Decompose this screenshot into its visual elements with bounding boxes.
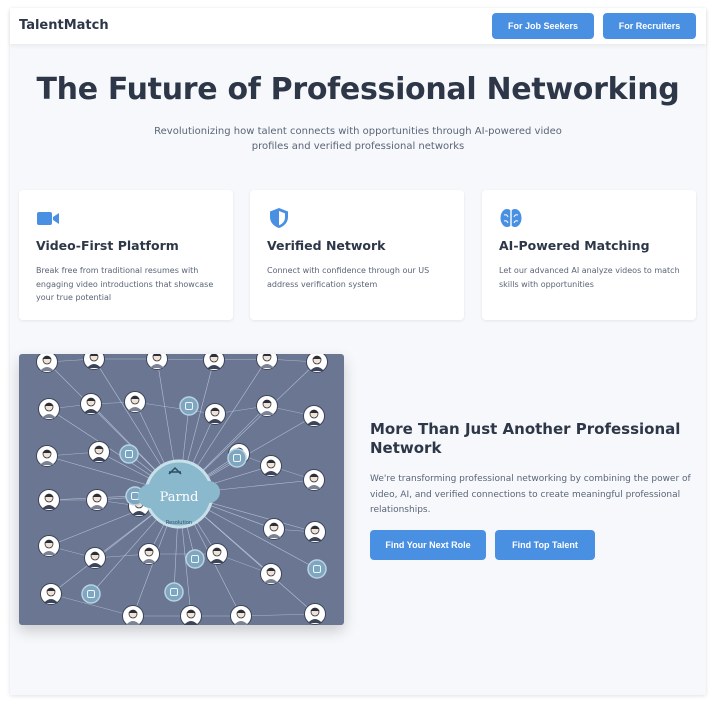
person-node (38, 535, 60, 557)
person-node (124, 391, 146, 413)
person-node (84, 547, 106, 569)
person-node (303, 469, 325, 491)
person-node (306, 354, 328, 373)
feature-description: Break free from traditional resumes with… (36, 266, 214, 302)
person-node (256, 395, 278, 417)
shield-icon (270, 208, 288, 228)
network-icon-node (119, 444, 139, 464)
hero-subtitle: Revolutionizing how talent connects with… (154, 126, 562, 152)
find-next-role-button[interactable]: Find Your Next Role (370, 530, 486, 560)
person-node (230, 605, 252, 625)
navbar: TalentMatch For Job Seekers For Recruite… (10, 8, 706, 44)
feature-title: Verified Network (267, 238, 386, 253)
person-node (40, 583, 62, 605)
for-job-seekers-button[interactable]: For Job Seekers (492, 13, 594, 39)
feature-description: Connect with confidence through our US a… (267, 266, 430, 289)
person-node (260, 455, 282, 477)
hub-sublabel: Resolution (166, 520, 192, 526)
person-node (86, 489, 108, 511)
section-title: More Than Just Another Professional Netw… (370, 420, 681, 457)
network-icon-node (185, 549, 205, 569)
person-node (304, 603, 326, 625)
person-node (36, 445, 58, 467)
person-node (260, 563, 282, 585)
feature-description: Let our advanced AI analyze videos to ma… (499, 266, 680, 289)
person-node (203, 354, 225, 371)
person-node (80, 393, 102, 415)
network-icon-node (164, 582, 184, 602)
feature-card-verified: Verified Network Connect with confidence… (250, 190, 464, 320)
person-node (36, 354, 58, 373)
network-icon-node (307, 559, 327, 579)
person-node (88, 441, 110, 463)
person-node (180, 605, 202, 625)
hub-label: Parnd (160, 490, 199, 505)
person-node (38, 489, 60, 511)
feature-title: Video-First Platform (36, 238, 179, 253)
find-top-talent-button[interactable]: Find Top Talent (495, 530, 595, 560)
network-icon-node (227, 448, 247, 468)
hero-title: The Future of Professional Networking (36, 72, 680, 107)
person-node (256, 354, 278, 370)
person-node (146, 354, 168, 370)
brain-icon (500, 209, 522, 227)
person-node (38, 398, 60, 420)
feature-card-ai: AI-Powered Matching Let our advanced AI … (482, 190, 696, 320)
for-recruiters-button[interactable]: For Recruiters (603, 13, 696, 39)
person-node (83, 354, 105, 370)
person-node (138, 543, 160, 565)
network-icon-node (81, 584, 101, 604)
video-camera-icon (37, 212, 59, 225)
person-node (263, 518, 285, 540)
network-graph-image: Parnd Resolution (36, 354, 328, 625)
person-node (304, 521, 326, 543)
person-node (204, 403, 226, 425)
person-node (122, 605, 144, 625)
brand-logo[interactable]: TalentMatch (19, 18, 109, 33)
network-illustration: Parnd Resolution (19, 354, 344, 625)
person-node (303, 405, 325, 427)
feature-title: AI-Powered Matching (499, 238, 650, 253)
section-description: We're transforming professional networki… (370, 474, 691, 515)
feature-card-video: Video-First Platform Break free from tra… (19, 190, 233, 320)
page: TalentMatch For Job Seekers For Recruite… (10, 8, 706, 695)
network-icon-node (179, 396, 199, 416)
person-node (206, 543, 228, 565)
